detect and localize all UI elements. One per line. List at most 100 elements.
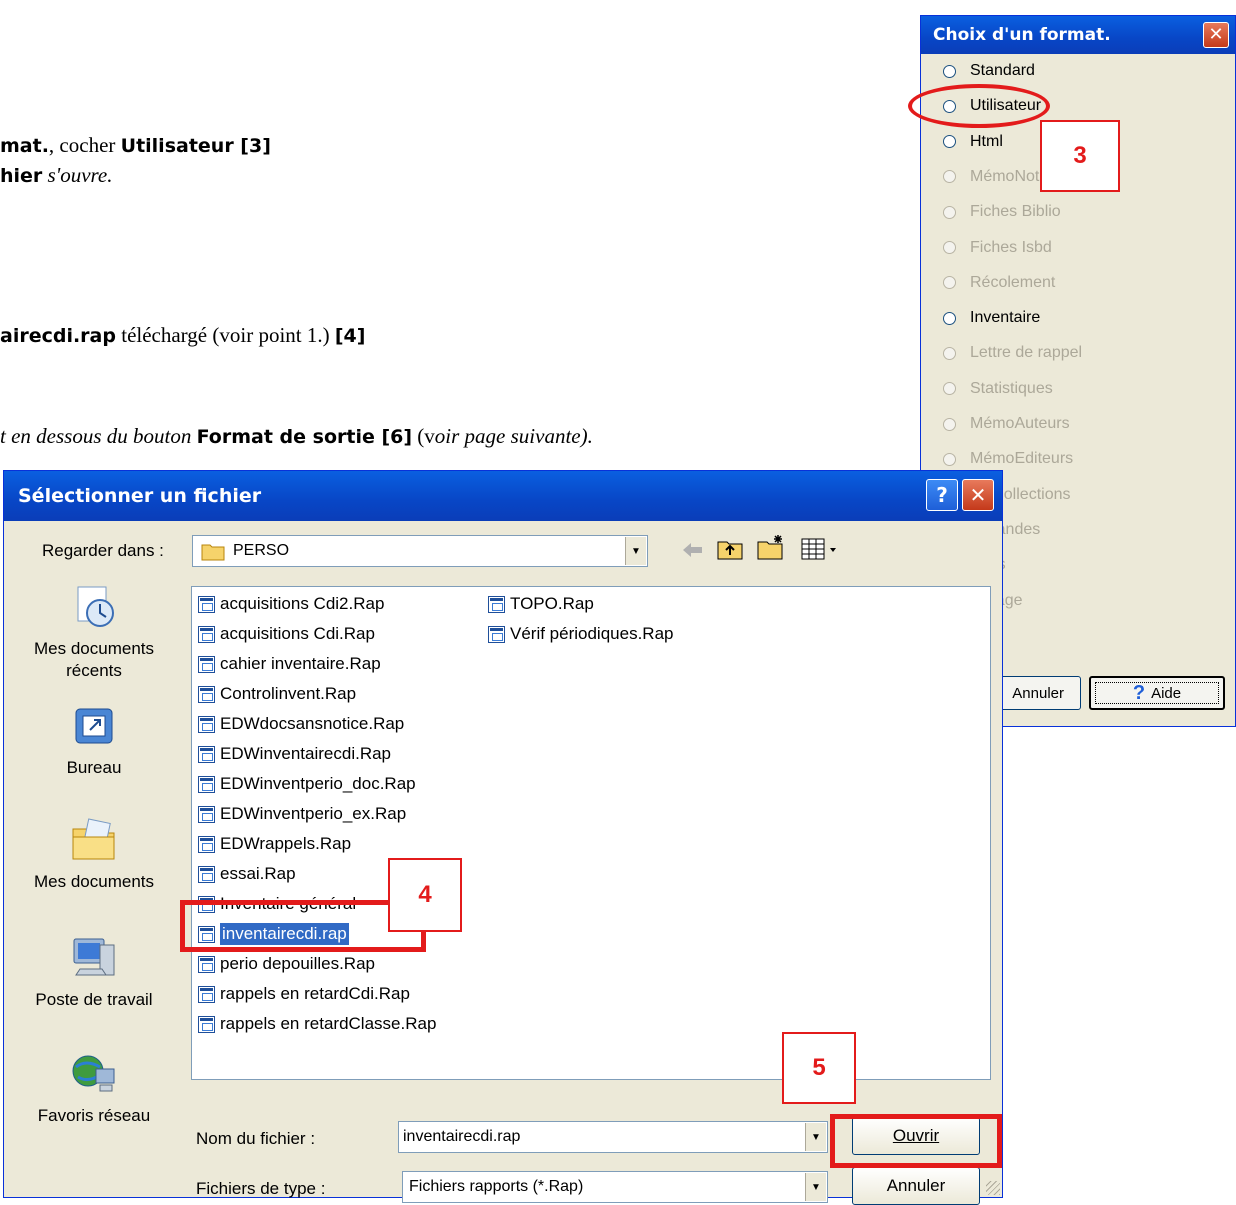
file-item[interactable]: EDWdocsansnotice.Rap bbox=[198, 711, 404, 737]
file-name: Vérif périodiques.Rap bbox=[510, 624, 674, 643]
file-item[interactable]: Controlinvent.Rap bbox=[198, 681, 356, 707]
format-dialog-titlebar[interactable]: Choix d'un format. ✕ bbox=[921, 16, 1235, 54]
format-help-button[interactable]: ? Aide bbox=[1089, 676, 1225, 710]
report-file-icon bbox=[198, 865, 215, 883]
file-name: EDWinventperio_doc.Rap bbox=[220, 774, 416, 793]
radio-button[interactable] bbox=[943, 64, 956, 78]
desktop-icon bbox=[75, 708, 113, 744]
report-file-icon bbox=[198, 685, 215, 703]
look-in-label: Regarder dans : bbox=[42, 541, 164, 560]
place-recent-documents[interactable]: Mes documents récents bbox=[4, 583, 184, 682]
format-option-label: Lettre de rappel bbox=[970, 344, 1083, 362]
filename-value: inventairecdi.rap bbox=[403, 1128, 521, 1145]
file-item[interactable]: rappels en retardCdi.Rap bbox=[198, 981, 410, 1007]
filetype-select[interactable]: Fichiers rapports (*.Rap) ▼ bbox=[402, 1171, 828, 1203]
file-item[interactable]: EDWinventperio_ex.Rap bbox=[198, 801, 406, 827]
format-option: Fiches Isbd bbox=[943, 233, 1052, 263]
file-item[interactable]: cahier inventaire.Rap bbox=[198, 651, 381, 677]
place-desktop[interactable]: Bureau bbox=[4, 703, 184, 778]
format-option: Fiches Biblio bbox=[943, 197, 1061, 227]
chevron-down-icon[interactable]: ▼ bbox=[805, 1173, 826, 1201]
file-name: essai.Rap bbox=[220, 864, 296, 883]
report-file-icon bbox=[198, 655, 215, 673]
chevron-down-icon[interactable]: ▼ bbox=[625, 537, 646, 565]
radio-button bbox=[943, 382, 956, 396]
radio-button[interactable] bbox=[943, 311, 956, 325]
back-arrow-icon[interactable] bbox=[680, 539, 706, 561]
look-in-value: PERSO bbox=[233, 542, 290, 559]
doc-line-next-page: t en dessous du bouton Format de sortie … bbox=[0, 424, 593, 448]
file-name: cahier inventaire.Rap bbox=[220, 654, 381, 673]
filename-label: Nom du fichier : bbox=[196, 1129, 315, 1149]
place-label: Poste de travail bbox=[35, 990, 153, 1009]
file-name: rappels en retardCdi.Rap bbox=[220, 984, 410, 1003]
file-item[interactable]: essai.Rap bbox=[198, 861, 296, 887]
format-option-label: Inventaire bbox=[970, 309, 1041, 327]
format-option[interactable]: Html bbox=[943, 127, 1003, 157]
close-icon[interactable]: ✕ bbox=[962, 479, 994, 511]
format-option: MémoNot bbox=[943, 162, 1039, 192]
format-option-label: Récolement bbox=[970, 273, 1056, 291]
file-name: perio depouilles.Rap bbox=[220, 954, 375, 973]
file-item[interactable]: acquisitions Cdi.Rap bbox=[198, 621, 375, 647]
report-file-icon bbox=[198, 985, 215, 1003]
filetype-value: Fichiers rapports (*.Rap) bbox=[409, 1178, 584, 1195]
file-item[interactable]: acquisitions Cdi2.Rap bbox=[198, 591, 384, 617]
chevron-down-icon[interactable]: ▼ bbox=[805, 1123, 826, 1151]
file-item[interactable]: TOPO.Rap bbox=[488, 591, 594, 617]
file-item[interactable]: EDWinventperio_doc.Rap bbox=[198, 771, 416, 797]
doc-line-format: mat., cocher Utilisateur [3] bbox=[0, 133, 271, 157]
format-option-label: Fiches Biblio bbox=[970, 203, 1061, 221]
radio-button bbox=[943, 205, 956, 219]
recent-documents-icon bbox=[77, 586, 114, 627]
report-file-icon bbox=[198, 625, 215, 643]
report-file-icon bbox=[198, 1015, 215, 1033]
format-option-label: MémoAuteurs bbox=[970, 415, 1070, 432]
radio-button bbox=[943, 170, 956, 184]
format-option[interactable]: Standard bbox=[943, 56, 1035, 86]
place-my-computer[interactable]: Poste de travail bbox=[4, 935, 184, 1010]
view-menu-icon[interactable] bbox=[800, 537, 840, 561]
file-item[interactable]: EDWrappels.Rap bbox=[198, 831, 351, 857]
look-in-dropdown[interactable]: PERSO ▼ bbox=[192, 535, 648, 567]
file-item[interactable]: rappels en retardClasse.Rap bbox=[198, 1011, 436, 1037]
place-network[interactable]: Favoris réseau bbox=[4, 1051, 184, 1126]
format-option: Récolement bbox=[943, 268, 1055, 298]
format-option-label: Statistiques bbox=[970, 379, 1053, 397]
radio-button[interactable] bbox=[943, 135, 956, 149]
new-folder-icon[interactable] bbox=[756, 533, 786, 561]
report-file-icon bbox=[198, 955, 215, 973]
file-name: EDWdocsansnotice.Rap bbox=[220, 714, 405, 733]
resize-grip[interactable] bbox=[986, 1181, 1000, 1195]
file-name: EDWinventperio_ex.Rap bbox=[220, 804, 407, 823]
file-item[interactable]: Vérif périodiques.Rap bbox=[488, 621, 673, 647]
cancel-button[interactable]: Annuler bbox=[852, 1167, 980, 1205]
filename-label-text: Nom du fichier : bbox=[196, 1129, 316, 1148]
file-name: acquisitions Cdi2.Rap bbox=[220, 594, 385, 613]
file-dialog-titlebar[interactable]: Sélectionner un fichier ? ✕ bbox=[4, 471, 1002, 521]
filetype-label: Fichiers de type : bbox=[196, 1179, 326, 1198]
callout-4: 4 bbox=[388, 858, 462, 932]
filename-input[interactable]: inventairecdi.rap ▼ bbox=[398, 1121, 828, 1153]
radio-button bbox=[943, 276, 956, 290]
file-name: Controlinvent.Rap bbox=[220, 684, 357, 703]
close-icon[interactable]: ✕ bbox=[1203, 22, 1229, 48]
report-file-icon bbox=[198, 805, 215, 823]
format-option[interactable]: Inventaire bbox=[943, 303, 1040, 333]
format-option: MémoAuteurs bbox=[943, 409, 1070, 439]
file-item[interactable]: perio depouilles.Rap bbox=[198, 951, 375, 977]
place-my-documents[interactable]: Mes documents bbox=[4, 817, 184, 892]
file-item[interactable]: EDWinventairecdi.Rap bbox=[198, 741, 391, 767]
format-cancel-label: Annuler bbox=[1012, 684, 1064, 702]
help-icon[interactable]: ? bbox=[926, 479, 958, 511]
file-dialog-title: Sélectionner un fichier bbox=[18, 485, 262, 507]
file-list[interactable]: acquisitions Cdi2.Rap acquisitions Cdi.Ra… bbox=[191, 586, 991, 1080]
place-label: Favoris réseau bbox=[37, 1106, 151, 1125]
format-option-label: MémoNot bbox=[970, 167, 1040, 185]
cancel-label: Annuler bbox=[886, 1176, 946, 1195]
file-name: TOPO.Rap bbox=[510, 594, 594, 613]
file-name: rappels en retardClasse.Rap bbox=[220, 1014, 437, 1033]
report-file-icon bbox=[198, 715, 215, 733]
place-label: Bureau bbox=[66, 758, 122, 777]
up-folder-icon[interactable] bbox=[716, 537, 744, 561]
